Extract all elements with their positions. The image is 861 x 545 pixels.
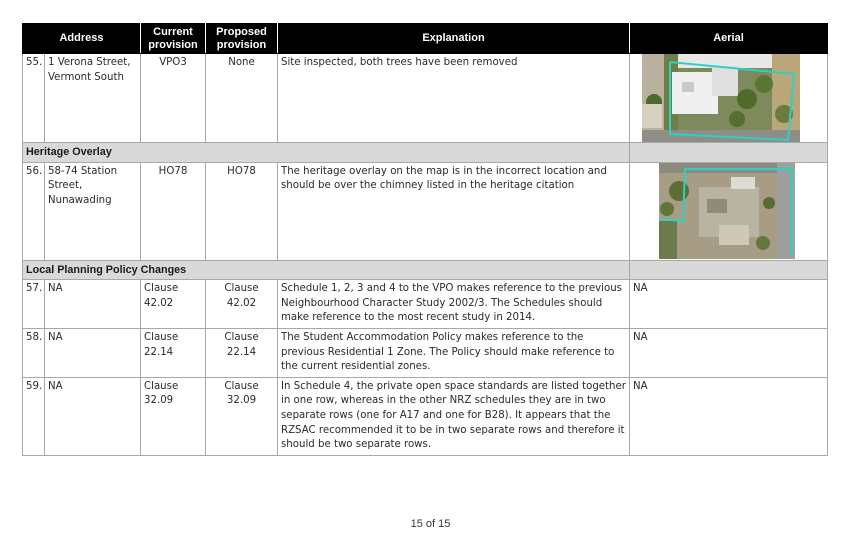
explanation-cell: In Schedule 4, the private open space st… [277,376,630,456]
amendments-table: Address Current provision Proposed provi… [22,23,828,456]
section-row-heritage-overlay: Heritage Overlay [22,142,828,163]
table-row-56: 56. 58-74 Station Street, Nunawading HO7… [22,161,828,261]
current-provision-cell: Clause 32.09 [140,376,206,456]
section-heading-blank [629,142,828,163]
table-row-59: 59. NA Clause 32.09 Clause 32.09 In Sche… [22,376,828,456]
row-number: 59. [22,376,45,456]
proposed-provision-cell: Clause 42.02 [205,279,278,329]
header-aerial: Aerial [629,23,828,54]
row-number: 56. [22,161,45,261]
header-address: Address [22,23,141,54]
proposed-provision-cell: HO78 [205,161,278,261]
explanation-cell: The Student Accommodation Policy makes r… [277,327,630,378]
row-number: 58. [22,327,45,378]
proposed-provision-cell: Clause 22.14 [205,327,278,378]
row-number: 57. [22,279,45,329]
address-cell: NA [44,279,141,329]
proposed-provision-cell: Clause 32.09 [205,376,278,456]
address-cell: NA [44,327,141,378]
aerial-photo-verona-street [642,54,800,142]
page-number: 15 of 15 [410,518,451,530]
aerial-cell: NA [629,376,828,456]
section-row-local-planning-policy: Local Planning Policy Changes [22,259,828,281]
explanation-cell: Schedule 1, 2, 3 and 4 to the VPO makes … [277,279,630,329]
row-number: 55. [22,53,45,143]
current-provision-cell: HO78 [140,161,206,261]
current-provision-cell: Clause 42.02 [140,279,206,329]
header-proposed-provision: Proposed provision [205,23,278,54]
section-heading-blank [629,259,828,281]
current-provision-cell: Clause 22.14 [140,327,206,378]
aerial-cell [629,161,828,261]
header-row: Address Current provision Proposed provi… [22,23,828,54]
address-cell: 1 Verona Street, Vermont South [44,53,141,143]
explanation-cell: Site inspected, both trees have been rem… [277,53,630,143]
section-heading-heritage-overlay: Heritage Overlay [22,142,630,163]
aerial-cell [629,53,828,143]
current-provision-cell: VPO3 [140,53,206,143]
aerial-photo-station-street [659,163,795,259]
address-cell: NA [44,376,141,456]
table-row-58: 58. NA Clause 22.14 Clause 22.14 The Stu… [22,327,828,378]
section-heading-local-planning-policy: Local Planning Policy Changes [22,259,630,281]
explanation-cell: The heritage overlay on the map is in th… [277,161,630,261]
table-row-55: 55. 1 Verona Street, Vermont South VPO3 … [22,53,828,143]
proposed-provision-cell: None [205,53,278,143]
aerial-cell: NA [629,279,828,329]
table-row-57: 57. NA Clause 42.02 Clause 42.02 Schedul… [22,279,828,329]
aerial-cell: NA [629,327,828,378]
header-explanation: Explanation [277,23,630,54]
address-cell: 58-74 Station Street, Nunawading [44,161,141,261]
header-current-provision: Current provision [140,23,206,54]
